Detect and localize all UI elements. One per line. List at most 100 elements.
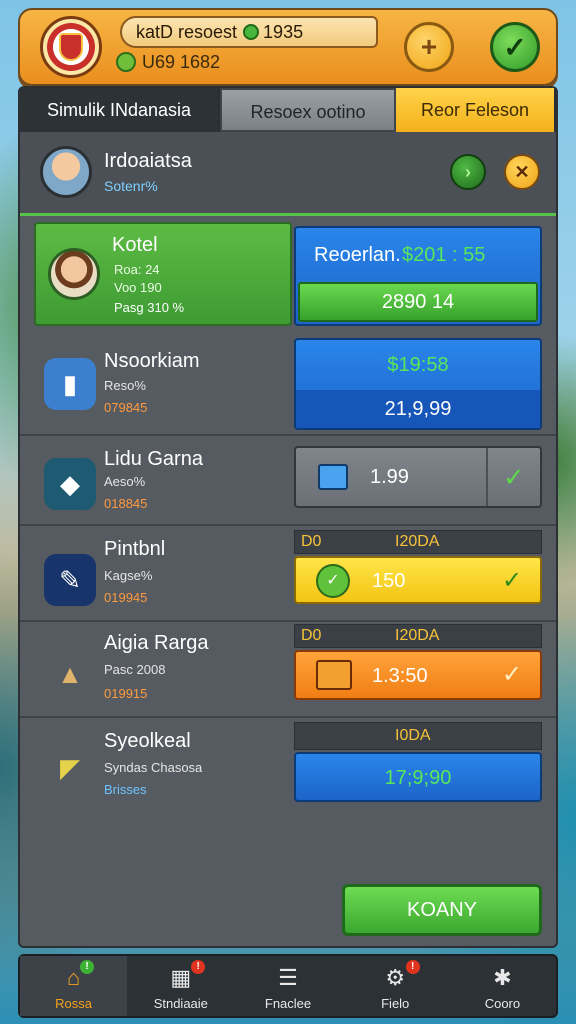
tab-bar: Simulik INdanasia Resoex ootino Reor Fel… bbox=[20, 88, 556, 132]
main-panel: Simulik INdanasia Resoex ootino Reor Fel… bbox=[18, 86, 558, 948]
strip-left: D0 bbox=[301, 533, 322, 550]
bar-value: 17;9;90 bbox=[384, 767, 452, 789]
shield-icon bbox=[59, 33, 83, 61]
bar-value: 150 bbox=[372, 570, 406, 592]
row-title: Pintbnl bbox=[104, 538, 166, 560]
clipboard-icon: ☰ bbox=[278, 965, 298, 990]
row-title: Nsoorkiam bbox=[104, 350, 200, 372]
chart-icon: ▮ bbox=[44, 358, 96, 410]
yellow-value-bar[interactable]: ✓ 150 ✓ bbox=[294, 556, 542, 604]
hotel-value-bar[interactable]: 2890 14 bbox=[298, 282, 538, 322]
plus-icon: + bbox=[420, 31, 438, 62]
nav-label: Rossa bbox=[55, 996, 93, 1011]
row-code: Brisses bbox=[104, 782, 147, 797]
tent-icon: ▲ bbox=[57, 658, 83, 689]
row-title: Aigia Rarga bbox=[104, 632, 209, 654]
resource-value: 1935 bbox=[263, 22, 304, 42]
confirm-button[interactable]: ✓ bbox=[490, 22, 540, 72]
gem-icon bbox=[243, 24, 260, 40]
tab-resoex[interactable]: Resoex ootino bbox=[220, 88, 396, 132]
value-box[interactable]: $19:58 21,9,99 bbox=[294, 338, 542, 430]
list-item-syeolkeal[interactable]: ◤ Syeolkeal Syndas Chasosa Brisses I0DA … bbox=[20, 718, 556, 814]
row-code: 018845 bbox=[104, 496, 148, 511]
nav-item-field[interactable]: ⚙ Fielo ! bbox=[342, 956, 449, 1016]
row-stat: Kagse% bbox=[104, 568, 153, 583]
row-title: Lidu Garna bbox=[104, 448, 203, 470]
list-item-hotel[interactable]: Kotel Roa: 24 Voo 190 Pasg 310 % Reoerla… bbox=[20, 216, 556, 332]
confirm-ok-button[interactable]: KOANY bbox=[342, 884, 542, 936]
row-stat: Syndas Chasosa bbox=[104, 760, 203, 775]
add-resource-button[interactable]: + bbox=[404, 22, 454, 72]
list-item-nsoorkiam[interactable]: ▮ Nsoorkiam Reso% 079845 $19:58 21,9,99 bbox=[20, 332, 556, 436]
strip-right: I0DA bbox=[395, 727, 431, 744]
coin-icon: ✓ bbox=[316, 564, 350, 598]
row-code: 079845 bbox=[104, 400, 148, 415]
list-item-aigia[interactable]: ▲ Aigia Rarga Pasc 2008 019915 D0 I20DA … bbox=[20, 622, 556, 718]
blue-value-bar[interactable]: 21,9,99 bbox=[296, 390, 540, 428]
list-item-pintbnl[interactable]: ✎ Pintbnl Kagse% 019945 D0 I20DA ✓ 150 ✓ bbox=[20, 526, 556, 622]
price-value: 1.99 bbox=[370, 466, 409, 488]
row-stat-3: Pasg 310 % bbox=[114, 300, 185, 315]
bar-value: 1.3:50 bbox=[372, 665, 428, 687]
claim-check-icon[interactable]: ✓ bbox=[502, 660, 522, 689]
nav-item-finance[interactable]: ☰ Fnaclee bbox=[234, 956, 341, 1016]
bar-value: 2890 14 bbox=[381, 291, 455, 313]
check-icon: ✓ bbox=[503, 31, 527, 63]
row-stat: Aeso% bbox=[104, 474, 146, 489]
player-name: Irdoaiatsa bbox=[104, 150, 192, 172]
tab-simulik[interactable]: Simulik INdanasia bbox=[20, 88, 220, 132]
notification-badge: ! bbox=[405, 960, 420, 974]
ok-label: KOANY bbox=[406, 899, 478, 921]
info-strip: D0 I20DA bbox=[294, 624, 542, 648]
accept-button[interactable]: › bbox=[450, 154, 486, 190]
bottom-nav: ⌂ Rossa ! ▦ Stndiaaie ! ☰ Fnaclee ⚙ Fiel… bbox=[18, 954, 558, 1018]
player-row: Irdoaiatsa Sotenr% › ✕ bbox=[20, 132, 556, 216]
row-title: Syeolkeal bbox=[104, 730, 191, 752]
row-stat: Pasc 2008 bbox=[104, 662, 166, 677]
row-stat-2: Voo 190 bbox=[114, 280, 162, 295]
strip-right: I20DA bbox=[395, 533, 440, 550]
orange-value-bar[interactable]: 1.3:50 ✓ bbox=[294, 650, 542, 700]
currency-line: U69 1682 bbox=[116, 52, 220, 73]
nav-item-shop[interactable]: ▦ Stndiaaie ! bbox=[127, 956, 234, 1016]
bar-value: 21,9,99 bbox=[384, 398, 452, 420]
decline-button[interactable]: ✕ bbox=[504, 154, 540, 190]
nav-label: Fnaclee bbox=[264, 996, 312, 1011]
claim-check-icon[interactable]: ✓ bbox=[486, 448, 540, 506]
info-strip: I0DA bbox=[294, 722, 542, 750]
claim-check-icon[interactable]: ✓ bbox=[502, 566, 522, 595]
tab-reor[interactable]: Reor Feleson bbox=[396, 88, 556, 132]
crystal-icon: ◆ bbox=[44, 458, 96, 510]
list-item-lidu[interactable]: ◆ Lidu Garna Aeso% 018845 1.99 ✓ bbox=[20, 436, 556, 526]
wrench-icon: ✱ bbox=[493, 965, 512, 990]
arrow-icon: › bbox=[465, 161, 471, 182]
info-strip: D0 I20DA bbox=[294, 530, 542, 554]
hotel-card[interactable]: Kotel Roa: 24 Voo 190 Pasg 310 % bbox=[34, 222, 292, 326]
nav-item-settings[interactable]: ✱ Cooro bbox=[449, 956, 556, 1016]
currency-value: U69 1682 bbox=[142, 52, 221, 72]
profile-emblem[interactable] bbox=[40, 16, 102, 78]
resource-label: katD resoest bbox=[136, 22, 238, 42]
top-resource-bar: katD resoest 1935 U69 1682 + ✓ bbox=[18, 8, 558, 86]
strip-left: D0 bbox=[301, 627, 322, 644]
value-box[interactable]: 1.99 ✓ bbox=[294, 446, 542, 508]
row-code: 019915 bbox=[104, 686, 148, 701]
coin-icon bbox=[116, 52, 136, 72]
nav-label: Cooro bbox=[484, 996, 521, 1011]
player-subtitle: Sotenr% bbox=[104, 178, 158, 194]
price-value: $19:58 bbox=[387, 354, 449, 376]
close-icon: ✕ bbox=[514, 161, 530, 182]
hotel-manager-avatar bbox=[48, 248, 100, 300]
row-title: Kotel bbox=[112, 234, 158, 256]
card-icon bbox=[318, 464, 348, 490]
notification-badge: ! bbox=[191, 960, 206, 974]
strip-right: I20DA bbox=[395, 627, 440, 644]
nav-item-home[interactable]: ⌂ Rossa ! bbox=[20, 956, 128, 1016]
ledger-icon bbox=[316, 660, 352, 690]
blue-value-bar[interactable]: 17;9;90 bbox=[294, 752, 542, 802]
avatar[interactable] bbox=[40, 146, 92, 198]
hotel-reward-box[interactable]: Reoerlan. $201 : 55 2890 14 bbox=[294, 226, 542, 326]
row-stat-1: Roa: 24 bbox=[114, 262, 160, 277]
notification-badge: ! bbox=[80, 960, 94, 974]
row-stat: Reso% bbox=[104, 378, 146, 393]
